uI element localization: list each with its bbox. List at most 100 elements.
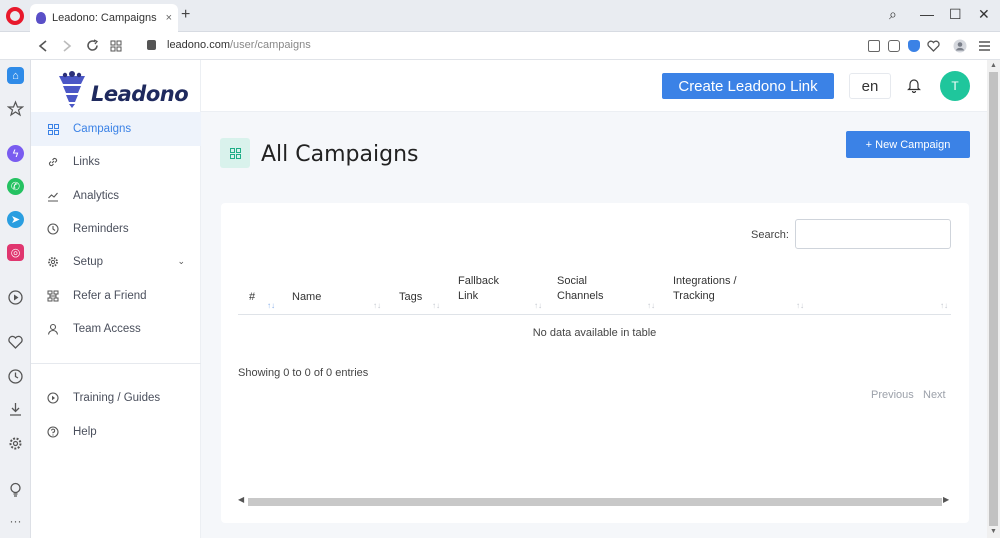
camera-icon[interactable] (888, 40, 900, 52)
app-top-bar: Create Leadono Link en T (201, 60, 987, 112)
sidebar-item-team-access[interactable]: Team Access (31, 312, 201, 346)
column-header-tags[interactable]: Tags (399, 290, 422, 305)
sidebar-item-reminders[interactable]: Reminders (31, 212, 201, 246)
new-campaign-button[interactable]: + New Campaign (846, 131, 970, 158)
play-circle-icon (45, 390, 61, 406)
messenger-icon[interactable]: ϟ (7, 145, 24, 162)
browser-search-icon[interactable]: ⌕ (889, 6, 897, 23)
url-field[interactable]: leadono.com/user/campaigns (167, 39, 311, 51)
history-icon[interactable] (7, 368, 24, 385)
column-header-line: Social (557, 275, 587, 287)
shield-icon[interactable] (908, 40, 920, 52)
sort-icon: ↑↓ (534, 301, 542, 310)
sidebar-item-links[interactable]: Links (31, 145, 201, 179)
table-search-input[interactable] (795, 219, 951, 249)
sidebar-item-refer-a-friend[interactable]: Refer a Friend (31, 279, 201, 313)
tab-close-icon[interactable]: × (166, 12, 172, 24)
scroll-left-icon[interactable]: ◀ (238, 495, 244, 504)
clock-icon (45, 221, 61, 237)
sort-icon: ↑↓ (432, 301, 440, 310)
scroll-down-icon[interactable]: ▼ (990, 528, 997, 535)
language-selector[interactable]: en (849, 73, 891, 99)
address-bar: leadono.com/user/campaigns (0, 32, 1000, 60)
brand-logo[interactable]: Leadono (57, 70, 189, 110)
edit-icon[interactable] (868, 40, 880, 52)
search-label: Search: (751, 229, 789, 241)
scroll-right-icon[interactable]: ▶ (943, 495, 949, 504)
player-icon[interactable] (7, 289, 24, 306)
grid-icon (45, 121, 61, 137)
sidebar-item-label: Refer a Friend (73, 290, 147, 302)
sidebar-item-label: Training / Guides (73, 392, 161, 404)
more-icon[interactable]: ··· (7, 512, 24, 529)
leadono-favicon-icon (36, 12, 46, 24)
profile-icon[interactable] (953, 39, 967, 53)
chevron-down-icon[interactable]: ⌄ (177, 256, 185, 267)
sidebar-item-setup[interactable]: Setup ⌄ (31, 245, 201, 279)
chart-icon (45, 188, 61, 204)
user-avatar[interactable]: T (940, 71, 970, 101)
gear-icon (45, 254, 61, 270)
sidebar-item-label: Help (73, 426, 97, 438)
browser-tab[interactable]: Leadono: Campaigns × (30, 4, 178, 32)
sidebar-item-analytics[interactable]: Analytics (31, 179, 201, 213)
sidebar-item-training-guides[interactable]: Training / Guides (31, 381, 201, 415)
page-vertical-scrollbar[interactable]: ▲ ▼ (987, 60, 1000, 538)
scroll-up-icon[interactable]: ▲ (990, 62, 997, 69)
column-header-name[interactable]: Name (292, 290, 321, 305)
tab-title: Leadono: Campaigns (52, 12, 157, 24)
downloads-icon[interactable] (7, 401, 24, 418)
app-sidebar: Leadono Campaigns Links Analytics Remind… (31, 60, 201, 538)
column-header-number[interactable]: # (249, 290, 255, 305)
column-header-line: Channels (557, 290, 604, 302)
campaigns-table-card: Search: # ↑↓ Name ↑↓ Tags ↑↓ Fallback Li… (221, 203, 969, 523)
column-header-fallback-link[interactable]: Fallback Link (458, 274, 499, 304)
tips-bulb-icon[interactable] (7, 481, 24, 498)
bookmarks-icon[interactable] (7, 100, 24, 117)
sidebar-item-label: Reminders (73, 223, 129, 235)
table-header-divider (238, 314, 951, 315)
opera-logo-icon[interactable] (6, 7, 24, 25)
create-leadono-link-button[interactable]: Create Leadono Link (662, 73, 834, 99)
leadono-logo-icon (59, 71, 85, 108)
reload-icon[interactable] (86, 39, 99, 52)
horizontal-scrollbar[interactable]: ◀ ▶ (238, 495, 951, 507)
settings-icon[interactable] (7, 435, 24, 452)
pinboard-heart-icon[interactable] (7, 334, 24, 351)
previous-page-button[interactable]: Previous (871, 389, 914, 401)
close-window-button[interactable]: ✕ (978, 6, 990, 23)
sidebar-item-label: Analytics (73, 190, 120, 202)
scrollbar-thumb[interactable] (248, 498, 942, 506)
menu-icon[interactable] (979, 41, 990, 51)
minimize-button[interactable]: — (920, 6, 934, 22)
table-info: Showing 0 to 0 of 0 entries (238, 367, 369, 379)
home-icon[interactable]: ⌂ (7, 67, 24, 84)
instagram-icon[interactable]: ◎ (7, 244, 24, 261)
bell-icon[interactable] (907, 77, 921, 93)
leadono-app: Leadono Campaigns Links Analytics Remind… (31, 60, 987, 538)
column-header-integrations-tracking[interactable]: Integrations / Tracking (673, 274, 737, 304)
url-host: leadono.com (167, 39, 230, 51)
column-header-social-channels[interactable]: Social Channels (557, 274, 603, 304)
maximize-button[interactable]: ☐ (949, 6, 962, 23)
vertical-scrollbar-thumb[interactable] (989, 72, 998, 526)
back-icon[interactable] (38, 40, 48, 52)
whatsapp-icon[interactable]: ✆ (7, 178, 24, 195)
sort-icon: ↑↓ (647, 301, 655, 310)
speed-dial-icon[interactable] (110, 40, 122, 52)
column-header-line: Fallback (458, 275, 499, 287)
sidebar-item-help[interactable]: Help (31, 415, 201, 449)
sidebar-item-label: Campaigns (73, 123, 132, 135)
sidebar-item-label: Team Access (73, 323, 141, 335)
opera-sidebar: ⌂ ϟ ✆ ➤ ◎ ··· (0, 60, 31, 538)
telegram-icon[interactable]: ➤ (7, 211, 24, 228)
new-tab-button[interactable]: + (181, 6, 190, 24)
url-path: /user/campaigns (230, 39, 311, 51)
next-page-button[interactable]: Next (923, 389, 946, 401)
forward-icon[interactable] (62, 40, 72, 52)
sidebar-item-campaigns[interactable]: Campaigns (31, 112, 201, 146)
page-grid-icon (220, 138, 250, 168)
column-header-line: Integrations / (673, 275, 737, 287)
heart-icon[interactable] (927, 40, 940, 52)
sort-icon: ↑↓ (373, 301, 381, 310)
